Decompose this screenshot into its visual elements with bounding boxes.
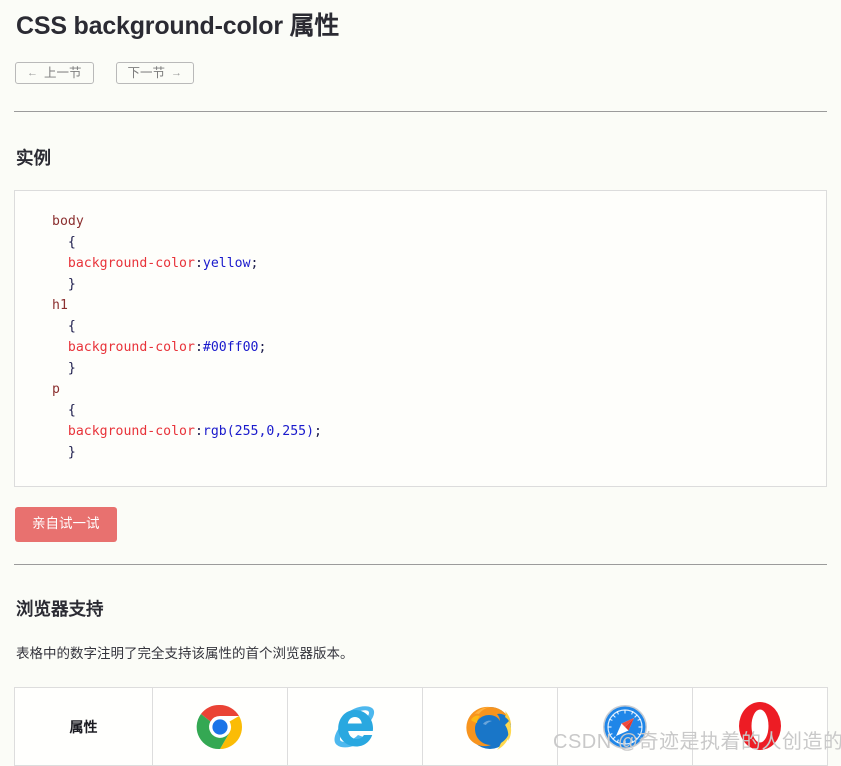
code-example-text: body { background-color:yellow; } h1 { b…: [52, 214, 322, 461]
page-container: CSS background-color 属性 ← 上一节 下一节 → 实例 b…: [0, 0, 841, 766]
nav-buttons-row: ← 上一节 下一节 →: [14, 62, 827, 85]
page-title: CSS background-color 属性: [16, 12, 340, 40]
code-example-box: body { background-color:yellow; } h1 { b…: [14, 190, 827, 488]
prev-section-label: 上一节: [44, 66, 82, 80]
next-section-label: 下一节: [127, 66, 166, 80]
browser-support-heading: 浏览器支持: [16, 599, 104, 620]
arrow-left-icon: ←: [27, 66, 38, 79]
prev-section-button[interactable]: ← 上一节: [15, 62, 94, 85]
arrow-right-icon: →: [171, 66, 183, 79]
browser-support-description: 表格中的数字注明了完全支持该属性的首个浏览器版本。: [16, 646, 354, 662]
try-it-yourself-button[interactable]: 亲自试一试: [15, 507, 117, 543]
next-section-button[interactable]: 下一节 →: [115, 62, 195, 85]
example-section-heading: 实例: [16, 148, 51, 169]
browser-support-table: 属性: [14, 687, 828, 766]
